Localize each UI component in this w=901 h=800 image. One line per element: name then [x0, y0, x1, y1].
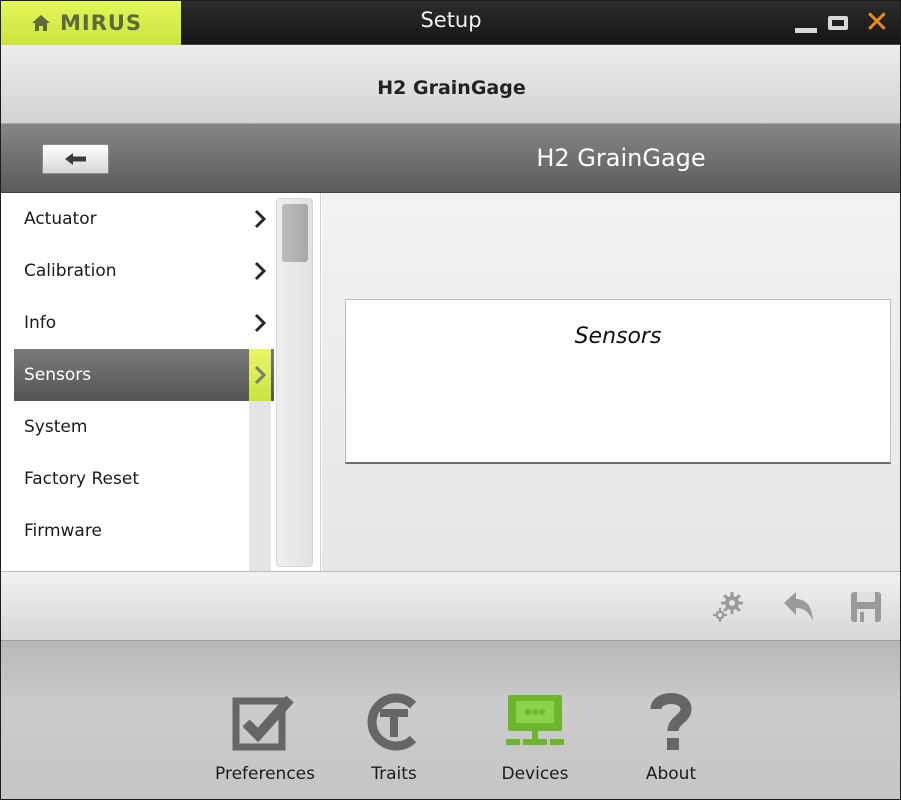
nav-devices[interactable]: Devices [470, 641, 600, 799]
devices-monitor-icon [506, 695, 564, 745]
sidebar-item-label: Calibration [24, 261, 117, 281]
nav-label: About [645, 764, 697, 784]
sidebar-item-calibration[interactable]: Calibration [14, 245, 274, 297]
undo-arrow-icon [784, 592, 813, 621]
sidebar-item-system[interactable]: System [14, 401, 274, 453]
app-window: MIRUS Setup ✕ H2 GrainGage H2 GrainGage … [0, 0, 901, 800]
settings-sidebar: Actuator Calibration Info Sensors System… [1, 193, 321, 571]
title-bar: MIRUS Setup ✕ [1, 1, 900, 45]
sidebar-item-label: System [24, 417, 88, 437]
sidebar-item-factory-reset[interactable]: Factory Reset [14, 453, 274, 505]
settings-gears-icon [713, 592, 743, 622]
scrollbar-thumb[interactable] [282, 204, 308, 262]
chevron-right-icon [249, 297, 271, 349]
sidebar-item-label: Factory Reset [24, 469, 139, 489]
nav-label: Devices [501, 764, 569, 784]
settings-button[interactable] [709, 588, 747, 626]
sidebar-item-firmware[interactable]: Firmware [14, 505, 274, 557]
chevron-right-icon [249, 245, 271, 297]
device-title: H2 GrainGage [377, 77, 526, 99]
back-arrow-icon [64, 153, 86, 165]
nav-about[interactable]: About [606, 641, 736, 799]
close-icon: ✕ [864, 5, 890, 40]
chevron-right-icon [249, 193, 271, 245]
page-header: H2 GrainGage [1, 124, 900, 193]
card-title: Sensors [574, 324, 662, 349]
sensors-card: Sensors [345, 299, 891, 464]
settings-list: Actuator Calibration Info Sensors System… [14, 193, 274, 557]
question-mark-icon [650, 693, 692, 750]
minimize-button[interactable] [791, 1, 821, 45]
device-header: H2 GrainGage [1, 45, 900, 124]
sidebar-scrollbar[interactable] [276, 198, 313, 567]
sidebar-item-label: Info [24, 313, 57, 333]
traits-t-icon [367, 693, 417, 751]
window-title: Setup [420, 8, 482, 32]
sidebar-item-actuator[interactable]: Actuator [14, 193, 274, 245]
sidebar-item-label: Actuator [24, 209, 97, 229]
close-button[interactable]: ✕ [859, 1, 895, 45]
sidebar-item-info[interactable]: Info [14, 297, 274, 349]
nav-preferences[interactable]: Preferences [200, 641, 330, 799]
minimize-icon [795, 27, 817, 33]
maximize-icon [828, 16, 848, 30]
nav-label: Preferences [215, 764, 315, 784]
nav-traits[interactable]: Traits [329, 641, 459, 799]
nav-label: Traits [371, 764, 417, 784]
chevron-right-icon [249, 349, 271, 401]
sidebar-item-label: Sensors [24, 365, 92, 385]
action-bar [1, 571, 900, 641]
sidebar-item-sensors[interactable]: Sensors [14, 349, 274, 401]
content-panel: Sensors [322, 193, 900, 571]
home-button[interactable]: MIRUS [1, 1, 181, 45]
maximize-button[interactable] [821, 1, 855, 45]
checkbox-icon [232, 695, 294, 751]
home-label: MIRUS [60, 11, 143, 35]
back-button[interactable] [42, 144, 109, 174]
sidebar-item-label: Firmware [24, 521, 102, 541]
page-title: H2 GrainGage [536, 144, 706, 172]
undo-button[interactable] [779, 588, 817, 626]
bottom-nav: Preferences Traits Devices About [1, 641, 900, 799]
home-icon [32, 15, 50, 31]
save-button[interactable] [847, 588, 885, 626]
save-disk-icon [851, 592, 881, 622]
